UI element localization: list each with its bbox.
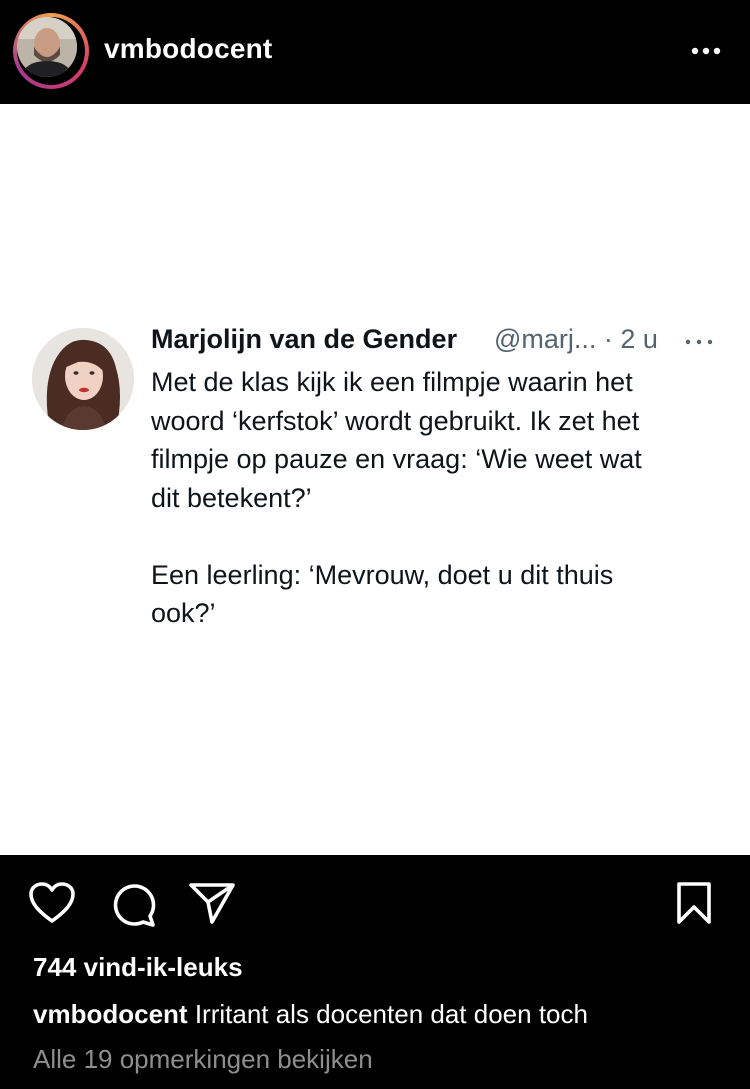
caption-text: Irritant als docenten dat doen toch xyxy=(194,999,588,1029)
post-image[interactable]: Marjolijn van de Gender @marj... · 2 u M… xyxy=(0,104,750,855)
more-options-button[interactable] xyxy=(686,36,726,66)
more-horizontal-icon xyxy=(691,47,721,55)
share-button[interactable] xyxy=(188,881,236,930)
avatar[interactable] xyxy=(13,13,89,89)
heart-icon xyxy=(29,882,75,923)
username[interactable]: vmbodocent xyxy=(104,33,272,65)
tweet-text: Met de klas kijk ik een filmpje waarin h… xyxy=(151,367,642,628)
profile-photo xyxy=(17,17,77,77)
tweet-avatar xyxy=(32,328,134,430)
tweet-display-name: Marjolijn van de Gender xyxy=(151,324,458,354)
comment-icon xyxy=(113,884,156,927)
post-header: vmbodocent xyxy=(0,0,750,104)
tweet-handle-time: @marj... · 2 u xyxy=(494,324,658,354)
likes-count[interactable]: 744 vind-ik-leuks xyxy=(33,952,243,983)
bookmark-icon xyxy=(677,882,711,924)
tweet-more-icon xyxy=(682,332,716,352)
comment-button[interactable] xyxy=(109,881,157,932)
save-button[interactable] xyxy=(675,881,713,930)
send-icon xyxy=(189,883,235,924)
post-actions: 744 vind-ik-leuks vmbodocent Irritant al… xyxy=(0,855,750,1089)
caption-username[interactable]: vmbodocent xyxy=(33,999,188,1029)
caption: vmbodocent Irritant als docenten dat doe… xyxy=(33,999,588,1030)
like-button[interactable] xyxy=(28,881,76,930)
view-comments-link[interactable]: Alle 19 opmerkingen bekijken xyxy=(33,1044,373,1075)
